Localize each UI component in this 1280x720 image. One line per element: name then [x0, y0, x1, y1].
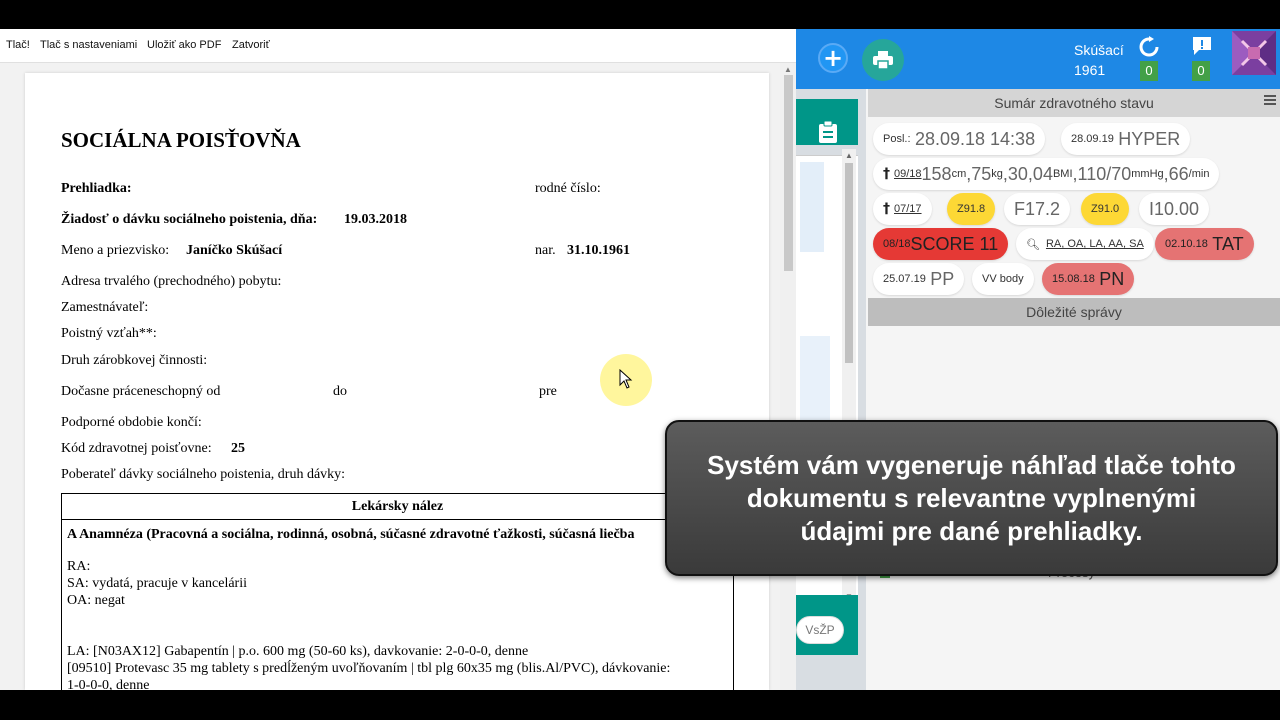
app-logo [1232, 31, 1276, 75]
anamneza-ra: RA: [67, 559, 91, 574]
adresa-label: Adresa trvalého (prechodného) pobytu: [61, 274, 282, 289]
screen: + Skúšací 1961 0 0 ▲ VsŽP Sumár zdravotn… [0, 0, 1280, 720]
print-button[interactable] [862, 39, 904, 81]
ziadost-date: 19.03.2018 [344, 212, 407, 227]
pn-pre-label: pre [539, 384, 557, 399]
diagnosis-chip-f172[interactable]: F17.2 [1004, 193, 1071, 225]
poberatel-label: Poberateľ dávky sociálneho poistenia, dr… [61, 467, 346, 482]
close-link[interactable]: Zatvoriť [232, 39, 270, 51]
kod-poistovne-label: Kód zdravotnej poisťovne: [61, 441, 212, 456]
diagnosis-chip-z918[interactable]: Z91.8 [947, 193, 996, 225]
pp-chip[interactable]: 25.07.19 PP [873, 263, 965, 295]
summary-title: Sumár zdravotného stavu [994, 95, 1154, 111]
tat-chip[interactable]: 02.10.18 TAT [1155, 228, 1254, 260]
save-pdf-link[interactable]: Uložiť ako PDF [147, 39, 221, 51]
dagger-icon: † [883, 201, 890, 217]
lekarsky-nalez-title: Lekársky nález [62, 494, 733, 520]
sync-icon[interactable] [1138, 36, 1160, 58]
patient-birth-year: 1961 [1074, 62, 1106, 78]
anamneza-oa: OA: negat [67, 593, 125, 608]
preview-scrollbar[interactable]: ▲ [780, 63, 796, 690]
message-count-badge: 0 [1192, 61, 1210, 81]
kod-poistovne-value: 25 [231, 441, 245, 456]
pn-do-label: do [333, 384, 347, 399]
druh-cinnosti-label: Druh zárobkovej činnosti: [61, 353, 208, 368]
printer-icon [873, 51, 893, 69]
print-preview-window: Tlač! Tlač s nastaveniami Uložiť ako PDF… [0, 29, 796, 690]
dagger-icon: † [883, 166, 890, 182]
diagnosis-date-chip[interactable]: † 07/17 [873, 193, 932, 225]
document-page: SOCIÁLNA POISŤOVŇA Prehliadka: rodné čís… [25, 73, 769, 690]
app-header: + Skúšací 1961 0 0 [796, 29, 1280, 89]
meno-label: Meno a priezvisko: [61, 243, 170, 258]
prehliadka-label: Prehliadka: [61, 181, 132, 196]
score-chip[interactable]: 08/18 SCORE 11 [873, 228, 1009, 260]
pn-od-label: Dočasne práceneschopný od [61, 384, 221, 399]
anamnesis-chip[interactable]: 🔍︎ RA, OA, LA, AA, SA [1016, 228, 1154, 260]
left-panel: ▲ ▼ VsŽP [796, 89, 866, 690]
add-button[interactable]: + [818, 43, 848, 73]
poistny-vztah-label: Poistný vzťah**: [61, 326, 157, 341]
nar-label: nar. [535, 243, 556, 258]
print-settings-link[interactable]: Tlač s nastaveniami [40, 39, 137, 51]
vszp-button[interactable]: VsŽP [796, 616, 844, 644]
document-title: SOCIÁLNA POISŤOVŇA [61, 128, 301, 152]
clipboard-tab[interactable] [796, 99, 858, 145]
mouse-pointer-icon [619, 369, 633, 389]
lekarsky-nalez-table: Lekársky nález A Anamnéza (Pracovná a so… [61, 493, 734, 690]
vv-body-chip[interactable]: VV body [972, 263, 1034, 295]
anamneza-la-line2: [09510] Protevasc 35 mg tablety s predĺž… [67, 661, 671, 676]
print-toolbar: Tlač! Tlač s nastaveniami Uložiť ako PDF… [0, 29, 796, 63]
rodne-cislo-label: rodné číslo: [535, 181, 601, 196]
diagnosis-chip-i1000[interactable]: I10.00 [1139, 193, 1210, 225]
print-button-link[interactable]: Tlač! [6, 39, 30, 51]
diagnosis-chip-z910[interactable]: Z91.0 [1081, 193, 1130, 225]
meno-value: Janíčko Skúšací [186, 243, 283, 258]
anamneza-la-line1: LA: [N03AX12] Gabapentín | p.o. 600 mg (… [67, 644, 529, 659]
tutorial-caption: Systém vám vygeneruje náhľad tlače tohto… [665, 420, 1278, 576]
menu-icon[interactable] [1264, 95, 1276, 105]
summary-header: Sumár zdravotného stavu [868, 89, 1280, 117]
health-summary-panel: Sumár zdravotného stavu Posl.: 28.09.18 … [868, 89, 1280, 690]
anamneza-la-line3: 1-0-0-0, denne [67, 678, 150, 690]
zamestnavatel-label: Zamestnávateľ: [61, 300, 149, 315]
anamneza-sa: SA: vydatá, pracuje v kancelárii [67, 576, 247, 591]
hyper-chip[interactable]: 28.09.19 HYPER [1061, 123, 1191, 155]
nar-value: 31.10.1961 [567, 243, 630, 258]
important-messages-header[interactable]: Dôležité správy [868, 298, 1280, 326]
medical-app: + Skúšací 1961 0 0 ▲ VsŽP Sumár zdravotn… [796, 29, 1280, 690]
message-alert-icon[interactable] [1191, 35, 1213, 57]
sync-count-badge: 0 [1140, 61, 1158, 81]
insurer-panel: VsŽP [796, 595, 858, 655]
last-visit-chip[interactable]: Posl.: 28.09.18 14:38 [873, 123, 1046, 155]
clipboard-icon [819, 121, 837, 143]
anamneza-heading: A Anamnéza (Pracovná a sociálna, rodinná… [67, 527, 635, 542]
vitals-chip[interactable]: † 09/18 158 cm ,75 kg ,30,04 BMI ,110/70 mmH… [873, 158, 1220, 190]
ziadost-label: Žiadosť o dávku sociálneho poistenia, dň… [61, 212, 318, 227]
tutorial-caption-text: Systém vám vygeneruje náhľad tlače tohto… [707, 449, 1236, 546]
podporne-obdobie-label: Podporné obdobie končí: [61, 415, 202, 430]
patient-name[interactable]: Skúšací [1074, 42, 1124, 58]
pn-chip[interactable]: 15.08.18 PN [1042, 263, 1135, 295]
magnifier-icon: 🔍︎ [1026, 237, 1040, 251]
